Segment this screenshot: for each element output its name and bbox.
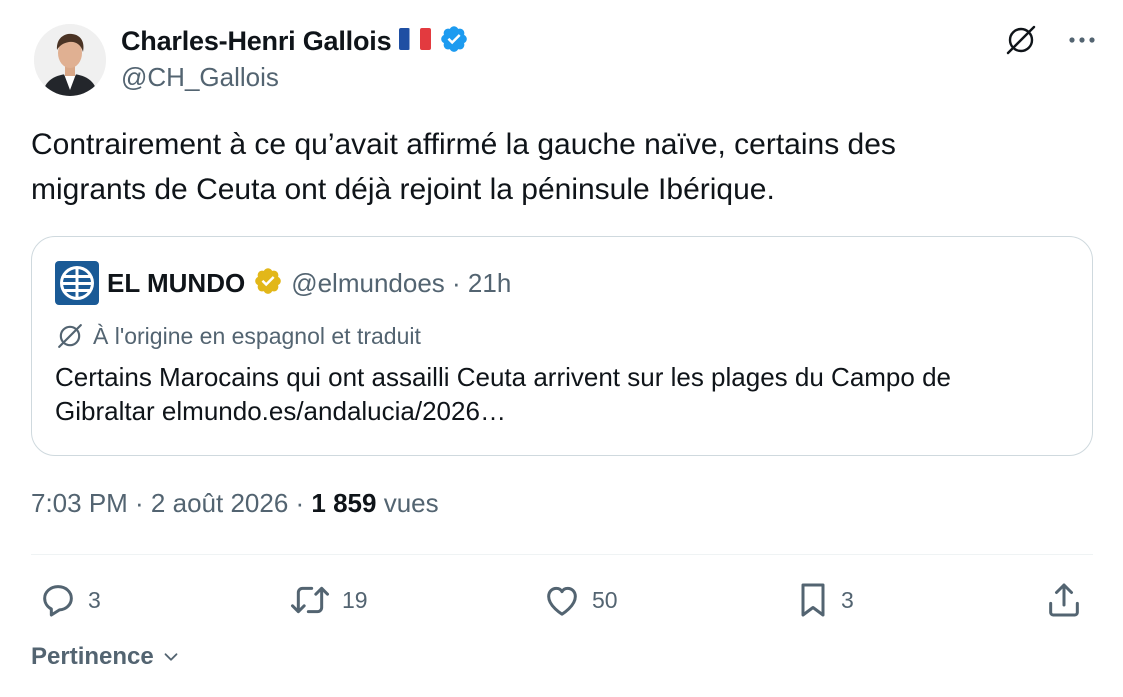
more-icon	[1069, 37, 1095, 43]
reply-count: 3	[88, 586, 101, 613]
tweet-text-line: migrants de Ceuta ont déjà rejoint la pé…	[31, 173, 775, 206]
quote-header: EL MUNDO @elmundoes · 21h	[55, 261, 511, 305]
translation-label: À l'origine en espagnol et traduit	[93, 322, 421, 349]
views-label: vues	[376, 488, 439, 518]
retweet-icon	[291, 586, 329, 614]
tweet-text-line: Contrairement à ce qu’avait affirmé la g…	[31, 128, 896, 161]
like-count: 50	[592, 586, 618, 613]
quote-author-name: EL MUNDO	[107, 267, 246, 298]
flag-icon	[399, 27, 432, 55]
bookmark-count: 3	[841, 586, 854, 613]
author-name[interactable]: Charles-Henri Gallois	[121, 26, 392, 57]
reply-button[interactable]: 3	[38, 578, 101, 622]
author-handle[interactable]: @CH_Gallois	[121, 62, 279, 93]
like-button[interactable]: 50	[542, 578, 618, 622]
sort-label: Pertinence	[31, 643, 154, 670]
tweet-meta: 7:03 PM · 2 août 2026 · 1 859 vues	[31, 488, 439, 519]
translate-icon	[58, 324, 82, 348]
chevron-down-icon	[164, 653, 178, 661]
bookmark-icon	[801, 583, 825, 617]
top-actions	[1003, 22, 1097, 58]
el-mundo-logo-icon	[55, 261, 99, 305]
quote-avatar[interactable]	[55, 261, 99, 305]
share-icon	[1049, 583, 1079, 617]
quoted-tweet-card[interactable]: EL MUNDO @elmundoes · 21h À l'origine en…	[31, 236, 1093, 456]
like-icon	[547, 586, 577, 616]
quote-text-line: Certains Marocains qui ont assailli Ceut…	[55, 362, 951, 392]
divider	[31, 554, 1093, 555]
quote-translation-note: À l'origine en espagnol et traduit	[55, 321, 421, 351]
quote-author-handle: @elmundoes · 21h	[291, 267, 512, 298]
sort-replies-dropdown[interactable]: Pertinence	[31, 643, 182, 671]
author-avatar[interactable]	[34, 24, 106, 96]
retweet-button[interactable]: 19	[288, 578, 368, 622]
more-options-button[interactable]	[1067, 35, 1097, 45]
views-count: 1 859	[311, 488, 377, 518]
reply-icon	[43, 585, 73, 617]
quote-text: Certains Marocains qui ont assailli Ceut…	[55, 360, 1065, 428]
tweet-timestamp[interactable]: 7:03 PM · 2 août 2026 ·	[31, 488, 311, 518]
quote-text-line: Gibraltar elmundo.es/andalucia/2026…	[55, 396, 506, 426]
avatar-image	[34, 24, 106, 96]
tweet-text: Contrairement à ce qu’avait affirmé la g…	[31, 122, 1081, 212]
translate-button[interactable]	[1003, 22, 1039, 58]
bookmark-button[interactable]: 3	[795, 578, 854, 622]
verified-badge-icon	[439, 24, 469, 59]
translate-icon	[1006, 25, 1036, 55]
author-name-row: Charles-Henri Gallois	[121, 24, 469, 58]
verified-gold-badge-icon	[253, 266, 283, 301]
share-button[interactable]	[1044, 578, 1084, 622]
retweet-count: 19	[342, 586, 368, 613]
